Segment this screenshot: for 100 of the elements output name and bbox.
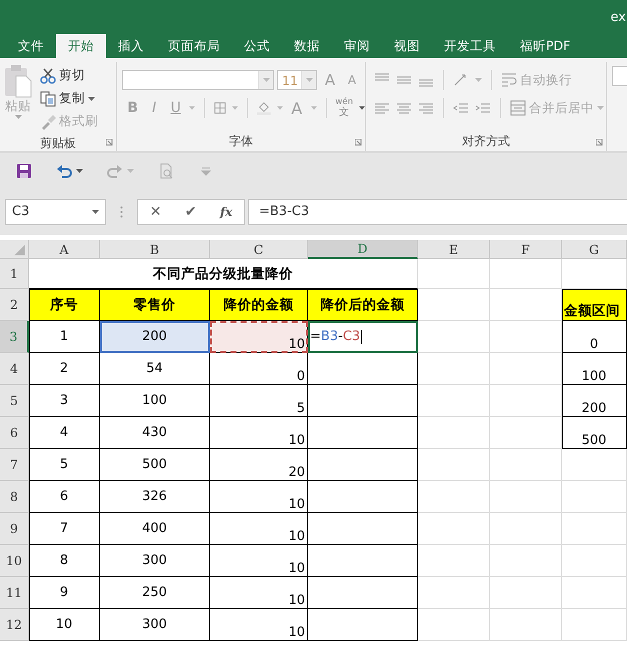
table-cell: 10: [210, 577, 308, 609]
table-cell: 10: [210, 545, 308, 577]
drag-handle-icon[interactable]: [120, 206, 123, 218]
empty-cell: [490, 481, 562, 513]
column-header[interactable]: G: [562, 240, 627, 259]
table-cell: 8: [29, 545, 100, 577]
row-header[interactable]: 6: [0, 417, 29, 449]
ribbon-tab[interactable]: 开始: [56, 34, 106, 58]
table-cell: 10: [210, 417, 308, 449]
ribbon-tab[interactable]: 文件: [6, 34, 56, 58]
empty-cell: [490, 259, 562, 289]
empty-cell: [562, 609, 627, 641]
table-cell: 10: [210, 609, 308, 641]
ribbon-tab[interactable]: 开发工具: [432, 34, 508, 58]
table-cell: 7: [29, 513, 100, 545]
row-header[interactable]: 5: [0, 385, 29, 417]
formula-field[interactable]: =B3-C3: [248, 198, 627, 224]
row-header[interactable]: 11: [0, 577, 29, 609]
empty-cell: [562, 449, 627, 481]
empty-cell: [418, 259, 490, 289]
column-header[interactable]: E: [418, 240, 490, 259]
ribbon-tab[interactable]: 审阅: [332, 34, 382, 58]
active-cell[interactable]: =B3-C3: [308, 321, 418, 353]
undo-icon[interactable]: [56, 162, 72, 178]
dialog-launcher-icon[interactable]: [596, 139, 603, 146]
decrease-indent-icon: [453, 101, 469, 115]
font-name-field[interactable]: [122, 70, 274, 90]
row-header[interactable]: 3: [0, 321, 29, 353]
column-header[interactable]: A: [29, 240, 100, 259]
name-box[interactable]: C3: [5, 198, 106, 224]
ribbon-tab[interactable]: 福昕PDF: [508, 34, 582, 58]
copy-button[interactable]: 复制: [40, 87, 98, 110]
table-cell: 9: [29, 577, 100, 609]
align-top-icon: [374, 73, 390, 81]
wrap-text-icon: [501, 72, 517, 88]
group-label: 字体: [228, 132, 254, 150]
empty-cell: [490, 577, 562, 609]
table-cell: 3: [29, 385, 100, 417]
table-cell: 200: [562, 385, 627, 417]
cut-button[interactable]: 剪切: [40, 64, 98, 87]
table-cell: 0: [562, 321, 627, 353]
table-cell: 100: [562, 353, 627, 385]
row-header[interactable]: 8: [0, 481, 29, 513]
row-header[interactable]: 7: [0, 449, 29, 481]
dialog-launcher-icon[interactable]: [355, 139, 362, 146]
empty-cell: [562, 577, 627, 609]
row-header[interactable]: 9: [0, 513, 29, 545]
ribbon-tab[interactable]: 页面布局: [156, 34, 232, 58]
insert-function-button[interactable]: fx: [220, 204, 232, 218]
caret-icon[interactable]: [88, 96, 95, 100]
align-center-icon: [396, 102, 412, 114]
enter-button[interactable]: ✔: [184, 204, 197, 220]
column-title: 零售价: [100, 289, 210, 321]
phonetic-button[interactable]: wén 文: [335, 98, 353, 118]
scissors-icon: [40, 68, 56, 84]
group-label: 剪贴板: [39, 135, 77, 152]
select-all-icon[interactable]: [0, 240, 29, 259]
merge-cells-icon: [510, 100, 526, 116]
column-header[interactable]: F: [490, 240, 562, 259]
column-title: 金额区间: [562, 289, 627, 321]
empty-cell: [418, 449, 490, 481]
column-title: 降价的金额: [210, 289, 308, 321]
table-cell: 500: [562, 417, 627, 449]
column-header[interactable]: D: [308, 240, 418, 259]
table-cell: 200: [100, 321, 210, 353]
caret-icon[interactable]: [76, 168, 83, 172]
fill-bucket-icon: [257, 100, 272, 116]
formula-text: =B3-C3: [310, 329, 360, 344]
ribbon-tab[interactable]: 公式: [232, 34, 282, 58]
save-icon[interactable]: [16, 162, 32, 178]
empty-cell: [490, 385, 562, 417]
dialog-launcher-icon[interactable]: [106, 139, 113, 146]
column-header[interactable]: C: [210, 240, 308, 259]
caret-icon[interactable]: [358, 106, 365, 110]
table-cell: 10: [210, 321, 308, 353]
table-cell: 1: [29, 321, 100, 353]
row-header[interactable]: 10: [0, 545, 29, 577]
column-title: 序号: [29, 289, 100, 321]
table-cell: 10: [210, 481, 308, 513]
row-header[interactable]: 4: [0, 353, 29, 385]
align-middle-icon: [396, 76, 412, 84]
column-header[interactable]: B: [100, 240, 210, 259]
ribbon-tab[interactable]: 数据: [282, 34, 332, 58]
cancel-button[interactable]: ✕: [150, 204, 162, 220]
empty-cell: [490, 449, 562, 481]
empty-cell: [490, 513, 562, 545]
row-header[interactable]: 12: [0, 609, 29, 641]
table-cell: 4: [29, 417, 100, 449]
row-header[interactable]: 1: [0, 259, 29, 289]
column-title: 降价后的金额: [308, 289, 418, 321]
caret-icon[interactable]: [92, 210, 99, 214]
table-cell: 10: [29, 609, 100, 641]
ribbon-tab[interactable]: 视图: [382, 34, 432, 58]
table-cell: 5: [29, 449, 100, 481]
copy-icon: [40, 90, 56, 106]
row-header[interactable]: 2: [0, 289, 29, 321]
ribbon-tab[interactable]: 插入: [106, 34, 156, 58]
table-cell: 5: [210, 385, 308, 417]
table-cell: 400: [100, 513, 210, 545]
empty-cell: [490, 609, 562, 641]
